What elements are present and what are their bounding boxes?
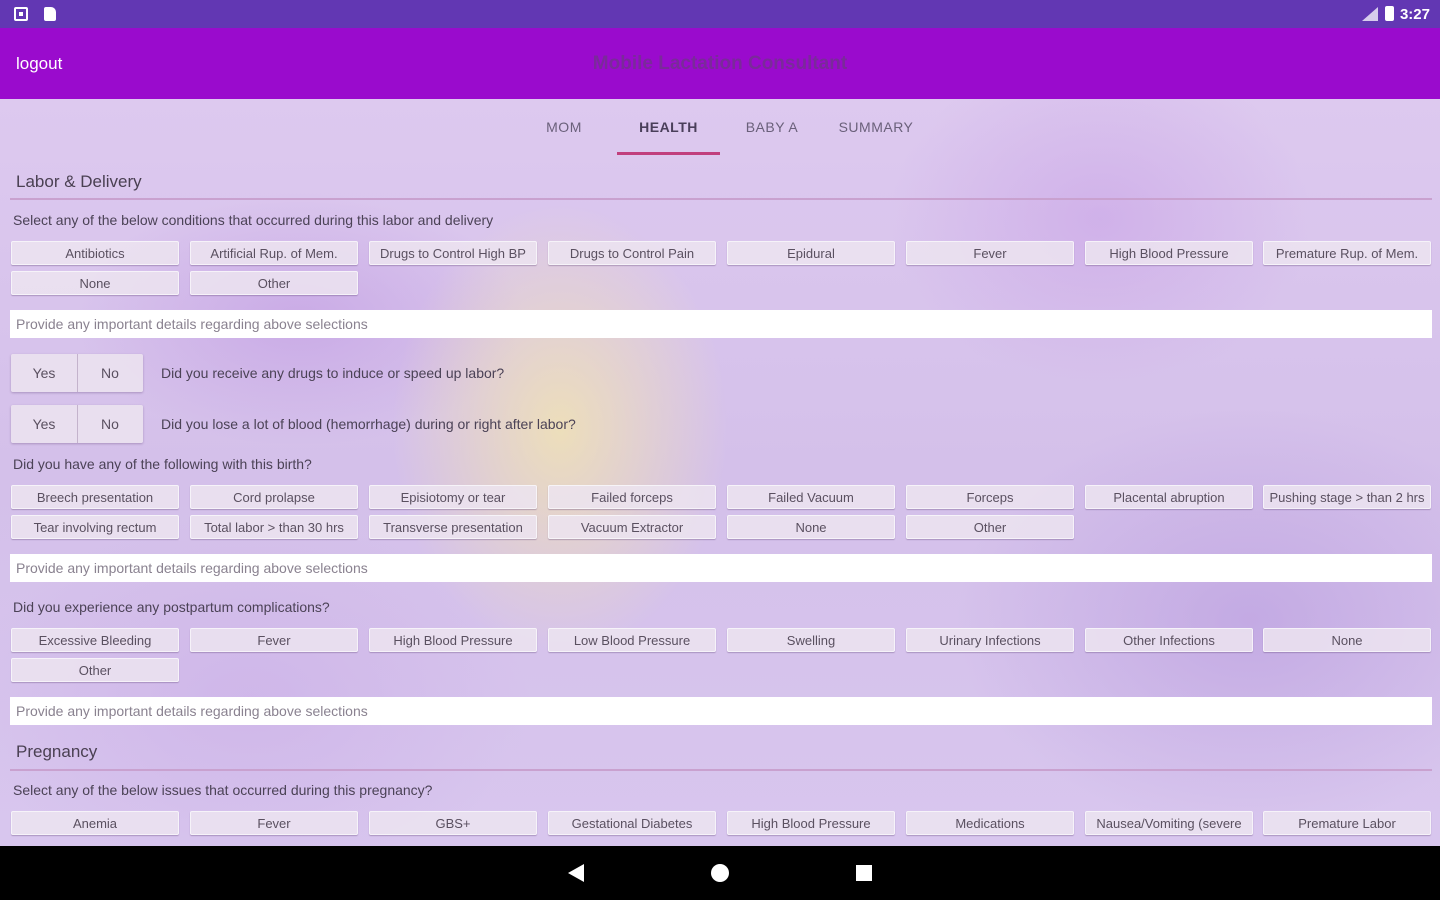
option-total-labor[interactable]: Total labor > than 30 hrs: [190, 515, 358, 539]
option-placental-abruption[interactable]: Placental abruption: [1085, 485, 1253, 509]
option-fever[interactable]: Fever: [906, 241, 1074, 265]
option-postpartum-none[interactable]: None: [1263, 628, 1431, 652]
health-form: MOM HEALTH BABY A SUMMARY Labor & Delive…: [0, 99, 1440, 846]
postpartum-prompt: Did you experience any postpartum compli…: [13, 599, 330, 615]
option-transverse-presentation[interactable]: Transverse presentation: [369, 515, 537, 539]
option-birth-other[interactable]: Other: [906, 515, 1074, 539]
battery-icon: [1385, 6, 1394, 21]
birth-prompt: Did you have any of the following with t…: [13, 456, 312, 472]
hemorrhage-no-button[interactable]: No: [77, 405, 143, 443]
option-postpartum-other[interactable]: Other: [11, 658, 179, 682]
option-pregnancy-fever[interactable]: Fever: [190, 811, 358, 835]
signal-icon: [1362, 7, 1378, 21]
birth-details-input[interactable]: [10, 554, 1432, 582]
option-birth-none[interactable]: None: [727, 515, 895, 539]
induce-labor-yes-button[interactable]: Yes: [11, 354, 78, 392]
option-artificial-rup-of-mem[interactable]: Artificial Rup. of Mem.: [190, 241, 358, 265]
app-bar: logout Mobile Lactation Consultant: [0, 28, 1440, 99]
app-title: Mobile Lactation Consultant: [592, 53, 848, 74]
option-postpartum-fever[interactable]: Fever: [190, 628, 358, 652]
system-nav-bar: [0, 846, 1440, 900]
option-premature-labor[interactable]: Premature Labor: [1263, 811, 1431, 835]
option-high-blood-pressure[interactable]: High Blood Pressure: [1085, 241, 1253, 265]
option-postpartum-low-bp[interactable]: Low Blood Pressure: [548, 628, 716, 652]
option-other[interactable]: Other: [190, 271, 358, 295]
option-drugs-control-high-bp[interactable]: Drugs to Control High BP: [369, 241, 537, 265]
option-medications[interactable]: Medications: [906, 811, 1074, 835]
section-divider: [10, 198, 1432, 200]
option-pushing-stage[interactable]: Pushing stage > than 2 hrs: [1263, 485, 1431, 509]
induce-labor-toggle: Yes No: [11, 354, 143, 392]
option-premature-rup-of-mem[interactable]: Premature Rup. of Mem.: [1263, 241, 1431, 265]
induce-labor-question: Did you receive any drugs to induce or s…: [161, 365, 505, 381]
section-title-labor-delivery: Labor & Delivery: [16, 172, 142, 191]
option-excessive-bleeding[interactable]: Excessive Bleeding: [11, 628, 179, 652]
labor-details-input[interactable]: [10, 310, 1432, 338]
labor-conditions-prompt: Select any of the below conditions that …: [13, 212, 494, 228]
pregnancy-prompt: Select any of the below issues that occu…: [13, 782, 433, 798]
section-divider: [10, 769, 1432, 771]
back-icon[interactable]: [568, 864, 584, 882]
tab-bar: MOM HEALTH BABY A SUMMARY: [0, 99, 1440, 155]
option-pregnancy-high-bp[interactable]: High Blood Pressure: [727, 811, 895, 835]
option-tear-involving-rectum[interactable]: Tear involving rectum: [11, 515, 179, 539]
option-drugs-control-pain[interactable]: Drugs to Control Pain: [548, 241, 716, 265]
postpartum-details-input[interactable]: [10, 697, 1432, 725]
option-anemia[interactable]: Anemia: [11, 811, 179, 835]
section-title-pregnancy: Pregnancy: [16, 742, 98, 761]
option-forceps[interactable]: Forceps: [906, 485, 1074, 509]
option-cord-prolapse[interactable]: Cord prolapse: [190, 485, 358, 509]
option-postpartum-high-bp[interactable]: High Blood Pressure: [369, 628, 537, 652]
sd-card-icon: [44, 7, 56, 21]
hemorrhage-question: Did you lose a lot of blood (hemorrhage)…: [161, 416, 576, 432]
option-gbs-positive[interactable]: GBS+: [369, 811, 537, 835]
option-none[interactable]: None: [11, 271, 179, 295]
option-breech-presentation[interactable]: Breech presentation: [11, 485, 179, 509]
status-bar: 3:27: [0, 0, 1440, 28]
option-nausea-vomiting[interactable]: Nausea/Vomiting (severe: [1085, 811, 1253, 835]
option-failed-forceps[interactable]: Failed forceps: [548, 485, 716, 509]
tab-health[interactable]: HEALTH: [617, 99, 720, 155]
hemorrhage-yes-button[interactable]: Yes: [11, 405, 78, 443]
option-episiotomy-or-tear[interactable]: Episiotomy or tear: [369, 485, 537, 509]
home-icon[interactable]: [711, 864, 729, 882]
option-antibiotics[interactable]: Antibiotics: [11, 241, 179, 265]
induce-labor-no-button[interactable]: No: [77, 354, 143, 392]
option-urinary-infections[interactable]: Urinary Infections: [906, 628, 1074, 652]
tab-summary[interactable]: SUMMARY: [826, 99, 926, 155]
tab-mom[interactable]: MOM: [524, 99, 604, 155]
status-time: 3:27: [1399, 6, 1430, 23]
recent-apps-icon[interactable]: [856, 865, 872, 881]
option-other-infections[interactable]: Other Infections: [1085, 628, 1253, 652]
notification-icon: [14, 7, 28, 21]
option-vacuum-extractor[interactable]: Vacuum Extractor: [548, 515, 716, 539]
option-epidural[interactable]: Epidural: [727, 241, 895, 265]
option-gestational-diabetes[interactable]: Gestational Diabetes: [548, 811, 716, 835]
hemorrhage-toggle: Yes No: [11, 405, 143, 443]
option-failed-vacuum[interactable]: Failed Vacuum: [727, 485, 895, 509]
option-swelling[interactable]: Swelling: [727, 628, 895, 652]
tab-baby-a[interactable]: BABY A: [732, 99, 812, 155]
